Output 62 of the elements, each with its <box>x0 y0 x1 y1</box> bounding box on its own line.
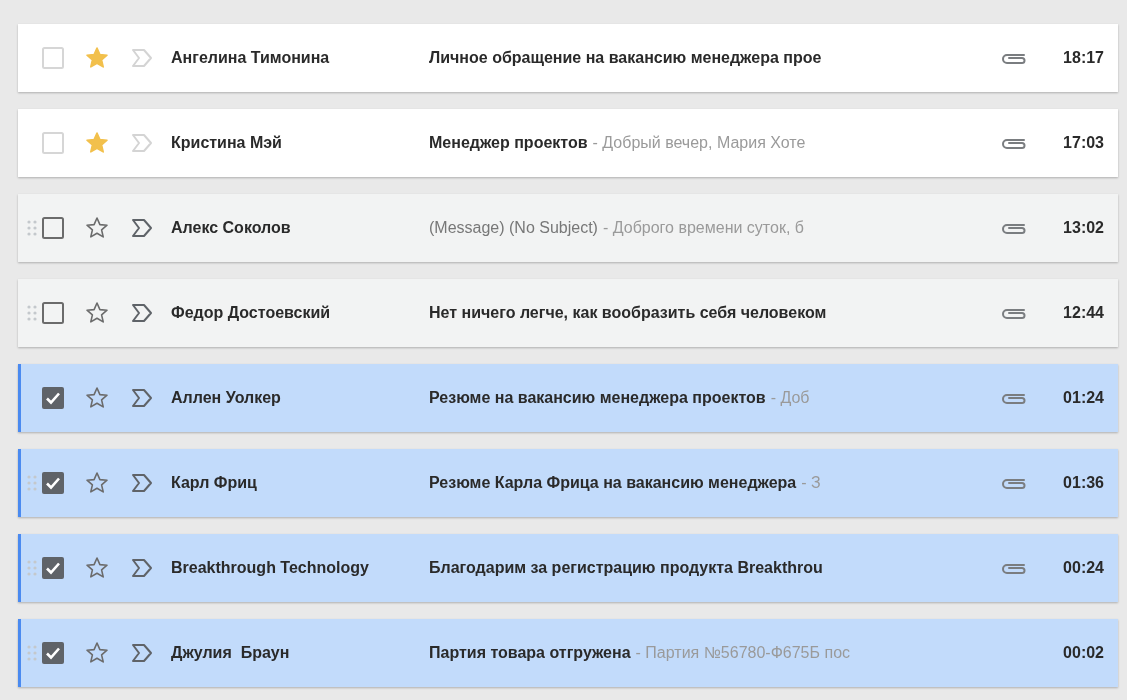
drag-handle-icon[interactable] <box>26 304 37 322</box>
message-row[interactable]: Ангелина Тимонина Личное обращение на вакансию менеджера прое 18:17 <box>18 24 1118 92</box>
time-text: 01:36 <box>1062 474 1104 492</box>
checkbox[interactable] <box>41 216 65 240</box>
sender-name: Кристина Мэй <box>171 134 283 152</box>
sender-name: Алекс Соколов <box>171 219 292 237</box>
time-text: 00:24 <box>1062 559 1104 577</box>
snippet-text: - Доброго времени суток, б <box>602 219 804 236</box>
star-icon[interactable] <box>85 216 109 240</box>
time-text: 00:02 <box>1062 644 1104 662</box>
snippet-text: - Доб <box>770 389 810 406</box>
tag-icon[interactable] <box>130 302 154 324</box>
subject-text: Благодарим за регистрацию продукта Breakthrou <box>429 559 823 576</box>
tag-icon[interactable] <box>130 217 154 239</box>
tag-icon[interactable] <box>130 472 154 494</box>
checkbox[interactable] <box>41 641 65 665</box>
snippet-text: - З <box>801 474 821 491</box>
time-text: 13:02 <box>1062 219 1104 237</box>
snippet-text: - Партия №56780-Ф675Б пос <box>635 644 851 661</box>
message-row[interactable]: Карл Фриц Резюме Карла Фрица на вакансию менеджера - З 01:36 <box>18 449 1118 517</box>
message-row[interactable]: Breakthrough Technology Благодарим за регистрацию продукта Breakthrou 00:24 <box>18 534 1118 602</box>
time-text: 12:44 <box>1062 304 1104 322</box>
drag-handle-icon[interactable] <box>26 474 37 492</box>
sender-name: Карл Фриц <box>171 474 258 492</box>
sender-name: Джулия Браун <box>171 644 291 662</box>
sender-name: Breakthrough Technology <box>171 559 370 577</box>
snippet-text: - Добрый вечер, Мария Хоте <box>592 134 806 151</box>
checkbox[interactable] <box>41 386 65 410</box>
checkbox[interactable] <box>41 471 65 495</box>
subject-text: Менеджер проектов <box>429 134 588 151</box>
subject-text: Партия товара отгружена <box>429 644 631 661</box>
star-icon[interactable] <box>85 641 109 665</box>
checkbox[interactable] <box>41 556 65 580</box>
star-icon[interactable] <box>85 301 109 325</box>
subject-text: Резюме Карла Фрица на вакансию менеджера <box>429 474 797 491</box>
message-row[interactable]: Алекс Соколов (Message) (No Subject) - Доброго времени суток, б 13:02 <box>18 194 1118 262</box>
drag-handle-icon[interactable] <box>26 219 37 237</box>
subject-text: Резюме на вакансию менеджера проектов <box>429 389 766 406</box>
time-text: 18:17 <box>1062 49 1104 67</box>
time-text: 01:24 <box>1062 389 1104 407</box>
message-row[interactable]: Кристина Мэй Менеджер проектов - Добрый вечер, Мария Хоте 17:03 <box>18 109 1118 177</box>
sender-name: Федор Достоевский <box>171 304 332 322</box>
star-icon[interactable] <box>85 386 109 410</box>
message-row[interactable]: Джулия Браун Партия товара отгружена - Партия №56780-Ф675Б пос 00:02 <box>18 619 1118 687</box>
time-text: 17:03 <box>1062 134 1104 152</box>
tag-icon[interactable] <box>130 642 154 664</box>
checkbox[interactable] <box>41 301 65 325</box>
star-icon[interactable] <box>85 131 109 155</box>
subject-text: Нет ничего легче, как вообразить себя человеком <box>429 304 827 321</box>
subject-text: (Message) (No Subject) <box>429 219 598 236</box>
drag-handle-icon[interactable] <box>26 644 37 662</box>
message-row[interactable]: Аллен Уолкер Резюме на вакансию менеджера проектов - Доб 01:24 <box>18 364 1118 432</box>
star-icon[interactable] <box>85 556 109 580</box>
subject-text: Личное обращение на вакансию менеджера прое <box>429 49 822 66</box>
drag-handle-icon[interactable] <box>26 559 37 577</box>
tag-icon[interactable] <box>130 557 154 579</box>
message-row[interactable]: Федор Достоевский Нет ничего легче, как вообразить себя человеком 12:44 <box>18 279 1118 347</box>
tag-icon[interactable] <box>130 387 154 409</box>
sender-name: Ангелина Тимонина <box>171 49 331 67</box>
star-icon[interactable] <box>85 471 109 495</box>
sender-name: Аллен Уолкер <box>171 389 282 407</box>
star-icon[interactable] <box>85 46 109 70</box>
